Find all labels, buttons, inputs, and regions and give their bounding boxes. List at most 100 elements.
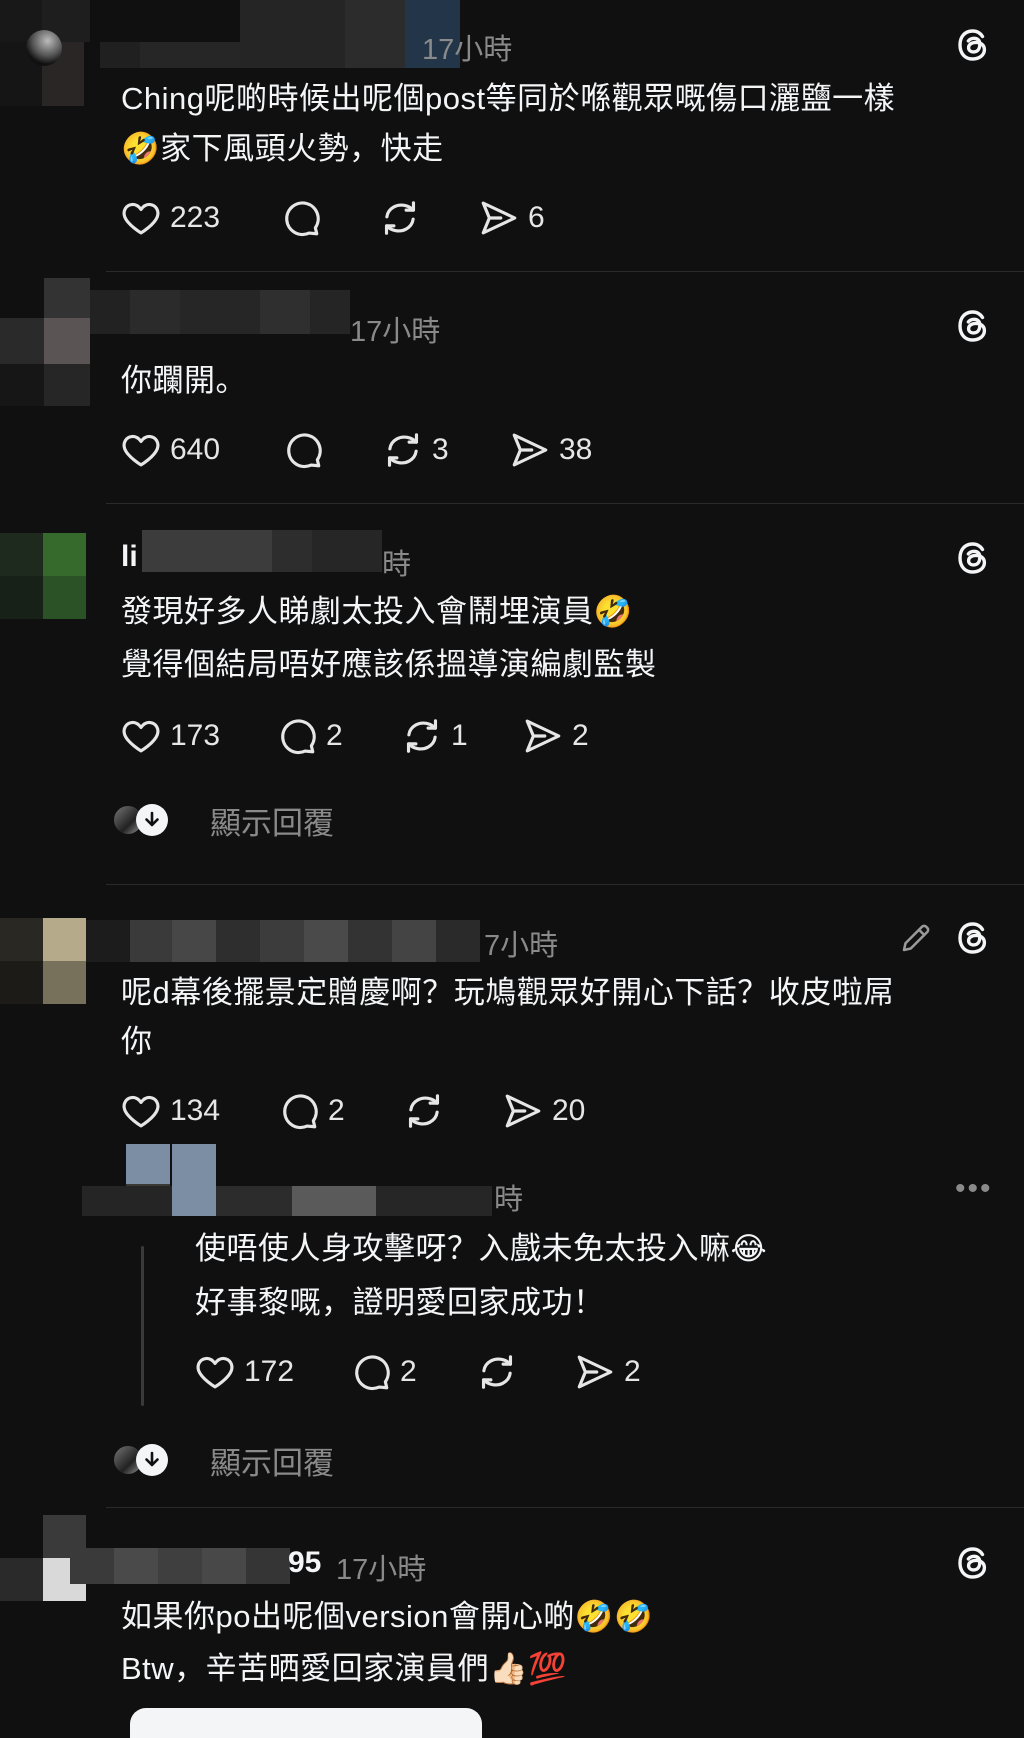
threads-logo-icon[interactable] <box>953 1543 993 1583</box>
avatar[interactable] <box>0 918 86 1004</box>
repost-icon <box>476 1351 518 1393</box>
heart-icon <box>120 429 162 471</box>
heart-icon <box>120 197 162 239</box>
avatar[interactable] <box>0 278 90 406</box>
threads-logo-icon[interactable] <box>953 25 993 65</box>
like-button[interactable]: 173 <box>120 714 220 758</box>
post-text-line: 好事黎嘅，證明愛回家成功！ <box>195 1285 605 1320</box>
comment-icon <box>350 1351 392 1393</box>
post-timestamp: 17小時 <box>336 1554 427 1586</box>
post-actions: 134 2 20 <box>120 1089 720 1133</box>
pencil-icon[interactable] <box>898 920 934 956</box>
username-blurred[interactable] <box>82 1144 492 1216</box>
threads-logo-icon[interactable] <box>953 538 993 578</box>
post-actions: 640 3 38 <box>120 428 720 472</box>
share-count: 2 <box>624 1355 641 1388</box>
repost-count: 1 <box>451 719 468 752</box>
repost-icon <box>382 429 424 471</box>
post-text-line: 你躝開。 <box>121 363 247 398</box>
post-text-line: 呢d幕後擺景定贈慶啊？玩鳩觀眾好開心下話？收皮啦屌 <box>121 975 895 1010</box>
reply-button[interactable]: 2 <box>276 714 343 758</box>
post-text-line: 發現好多人睇劇太投入會鬧埋演員🤣 <box>121 594 633 629</box>
post-timestamp: 17小時 <box>350 316 441 348</box>
share-button[interactable]: 38 <box>509 428 592 472</box>
post-text-line: Ching呢啲時候出呢個post等同於喺觀眾嘅傷口灑鹽一樣 <box>121 81 896 116</box>
avatar[interactable] <box>0 533 86 619</box>
more-icon[interactable]: ••• <box>955 1172 993 1206</box>
username-fragment[interactable]: 95 <box>288 1546 321 1580</box>
avatar[interactable] <box>0 0 90 106</box>
repost-button[interactable] <box>379 196 421 240</box>
like-count: 134 <box>170 1094 221 1127</box>
repost-button[interactable]: 1 <box>401 714 468 758</box>
repost-icon <box>379 197 421 239</box>
like-button[interactable]: 134 <box>120 1089 220 1133</box>
like-count: 173 <box>170 719 221 752</box>
post-timestamp: 7小時 <box>484 930 559 962</box>
post-timestamp: 17小時 <box>422 34 513 66</box>
post-text-line: 你 <box>121 1024 153 1059</box>
heart-icon <box>194 1351 236 1393</box>
username-blurred[interactable] <box>86 920 480 962</box>
share-button[interactable]: 2 <box>522 714 589 758</box>
username-blurred[interactable] <box>100 0 460 68</box>
repost-button[interactable] <box>476 1350 518 1394</box>
username-fragment[interactable]: li <box>121 540 138 574</box>
share-count: 38 <box>559 433 593 466</box>
repost-icon <box>403 1090 445 1132</box>
post-timestamp: 時 <box>494 1184 524 1216</box>
repost-count: 3 <box>432 433 449 466</box>
like-count: 640 <box>170 433 221 466</box>
arrow-down-icon <box>136 1444 168 1476</box>
send-icon <box>502 1090 544 1132</box>
arrow-down-icon <box>136 804 168 836</box>
comment-icon <box>276 715 318 757</box>
divider <box>106 503 1024 504</box>
send-icon <box>478 197 520 239</box>
username-blurred[interactable] <box>142 530 382 572</box>
like-button[interactable]: 223 <box>120 196 220 240</box>
post-text-line: 如果你po出呢個version會開心啲🤣🤣 <box>121 1599 654 1634</box>
reply-button[interactable]: 2 <box>278 1089 345 1133</box>
post-timestamp: 時 <box>382 549 412 581</box>
share-button[interactable]: 6 <box>478 196 545 240</box>
show-replies-label: 顯示回覆 <box>210 805 334 841</box>
threads-logo-icon[interactable] <box>953 306 993 346</box>
reply-button[interactable] <box>280 196 322 240</box>
post-text-line: 🤣家下風頭火勢，快走 <box>121 131 444 166</box>
post-text-line: 使唔使人身攻擊呀？入戲未免太投入嘛😂 <box>195 1231 768 1266</box>
repost-icon <box>401 715 443 757</box>
like-count: 223 <box>170 201 221 234</box>
username-blurred[interactable] <box>70 1548 290 1584</box>
reply-button[interactable]: 2 <box>350 1350 417 1394</box>
like-button[interactable]: 640 <box>120 428 220 472</box>
reply-count: 2 <box>326 719 343 752</box>
reply-thread-line <box>141 1246 144 1406</box>
post-actions: 173 2 1 2 <box>120 714 720 758</box>
post-text-line: Btw，辛苦晒愛回家演員們👍🏻💯 <box>121 1651 568 1686</box>
repost-button[interactable]: 3 <box>382 428 449 472</box>
reply-count: 2 <box>400 1355 417 1388</box>
share-button[interactable]: 2 <box>574 1350 641 1394</box>
like-button[interactable]: 172 <box>194 1350 294 1394</box>
share-count: 6 <box>528 201 545 234</box>
divider <box>106 884 1024 885</box>
send-icon <box>509 429 551 471</box>
bottom-pill[interactable] <box>130 1708 482 1738</box>
threads-logo-icon[interactable] <box>953 918 993 958</box>
show-replies-label: 顯示回覆 <box>210 1445 334 1481</box>
reply-count: 2 <box>328 1094 345 1127</box>
comment-icon <box>282 429 324 471</box>
show-replies-button[interactable]: 顯示回覆 <box>112 800 334 841</box>
heart-icon <box>120 715 162 757</box>
repost-button[interactable] <box>403 1089 445 1133</box>
divider <box>106 1507 1024 1508</box>
comment-icon <box>280 197 322 239</box>
divider <box>106 271 1024 272</box>
username-blurred[interactable] <box>90 290 350 334</box>
reply-button[interactable] <box>282 428 324 472</box>
share-count: 2 <box>572 719 589 752</box>
share-button[interactable]: 20 <box>502 1089 585 1133</box>
comment-icon <box>278 1090 320 1132</box>
show-replies-button[interactable]: 顯示回覆 <box>112 1440 334 1481</box>
